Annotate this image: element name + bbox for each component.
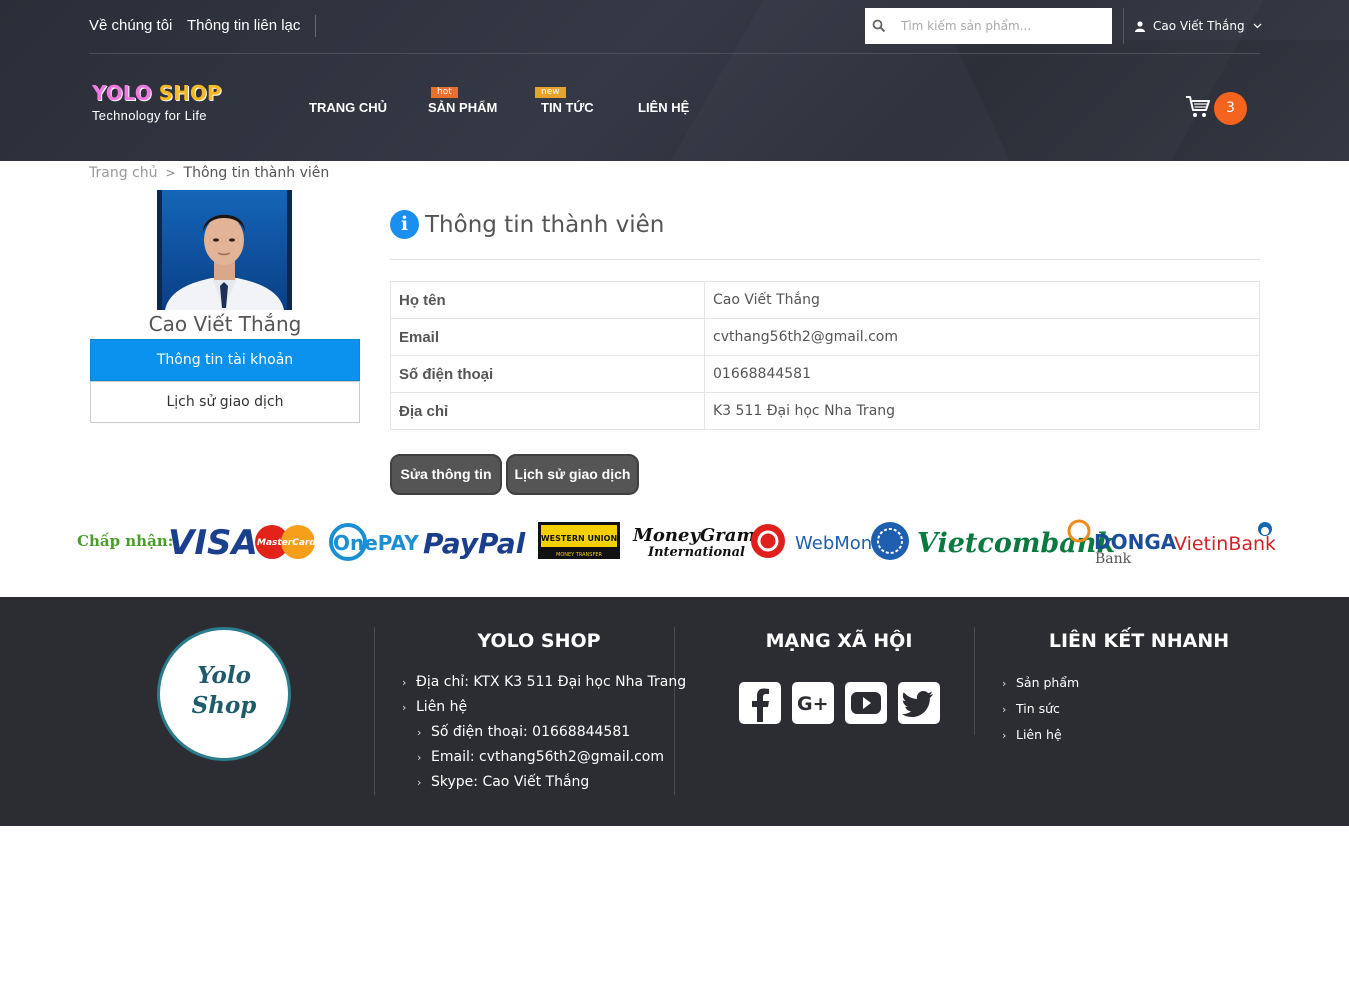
member-info-table: Họ tên Cao Viết Thắng Email cvthang56th2… (390, 281, 1260, 430)
contact-info-link[interactable]: Thông tin liên lạc (187, 17, 300, 34)
user-icon (1135, 20, 1145, 32)
logo-word-yolo: YOLO (92, 81, 152, 105)
footer-link-products[interactable]: › Sản phẩm (1002, 675, 1079, 690)
vietcombank-logo: Vietcombank (917, 528, 1115, 559)
table-row: Số điện thoại 01668844581 (390, 355, 1260, 393)
breadcrumb-home-link[interactable]: Trang chủ (89, 165, 157, 181)
svg-text:WESTERN UNION: WESTERN UNION (541, 534, 617, 543)
chevron-down-icon (1253, 23, 1262, 29)
western-union-logo: WESTERN UNION MONEY TRANSFER (538, 522, 620, 559)
breadcrumb-current: Thông tin thành viên (183, 165, 330, 181)
svg-text:MoneyGram: MoneyGram (632, 525, 756, 546)
table-row: Họ tên Cao Viết Thắng (390, 281, 1260, 319)
header-divider (89, 53, 1260, 54)
table-row: Email cvthang56th2@gmail.com (390, 318, 1260, 356)
svg-text:VietinBank: VietinBank (1174, 533, 1275, 555)
footer-link-news[interactable]: › Tin sức (1002, 701, 1060, 716)
footer-links-title: LIÊN KẾT NHANH (1048, 630, 1230, 652)
footer-contact-link[interactable]: › Liên hệ (402, 699, 467, 715)
logo-tagline: Technology for Life (92, 108, 207, 123)
footer-shop-title: YOLO SHOP (477, 630, 601, 652)
nav-news[interactable]: TIN TỨC (541, 100, 594, 115)
member-name: Cao Viết Thắng (148, 312, 302, 336)
moneygram-logo: MoneyGram International (632, 524, 785, 560)
footer-social-title: MẠNG XÃ HỘI (765, 630, 913, 652)
nav-contact[interactable]: LIÊN HỆ (638, 100, 689, 115)
title-divider (390, 259, 1260, 260)
avatar (157, 190, 292, 310)
youtube-icon[interactable] (845, 682, 887, 724)
cart-count-badge[interactable]: 3 (1214, 92, 1247, 125)
field-label: Số điện thoại (390, 355, 705, 393)
svg-text:OnePAY: OnePAY (333, 531, 419, 555)
user-menu[interactable]: Cao Viết Thắng (1135, 19, 1262, 33)
accept-label: Chấp nhận: (77, 532, 174, 550)
payment-logos: VISA MasterCard OnePAY PayPal WESTERN UN… (168, 519, 1275, 567)
page-title: Thông tin thành viên (425, 212, 665, 238)
field-value: cvthang56th2@gmail.com (704, 318, 1260, 356)
site-logo[interactable]: YOLO SHOP Technology for Life (92, 80, 222, 123)
nav-home[interactable]: TRANG CHỦ (309, 100, 387, 115)
webmoney-logo: WebMoney (795, 522, 909, 560)
google-plus-icon[interactable]: G+ (792, 682, 834, 724)
facebook-icon[interactable] (739, 682, 781, 724)
onepay-logo: OnePAY (329, 523, 419, 561)
paypal-logo: PayPal (423, 527, 526, 560)
cart-icon[interactable] (1185, 95, 1211, 119)
hot-badge: hot (431, 87, 458, 98)
footer-email: › Email: cvthang56th2@gmail.com (417, 749, 665, 765)
breadcrumb: Trang chủ > Thông tin thành viên (89, 165, 329, 181)
info-icon: i (390, 210, 419, 239)
footer-divider (674, 627, 675, 795)
svg-text:MasterCard: MasterCard (257, 538, 316, 548)
search-input[interactable] (893, 8, 1108, 44)
about-us-link[interactable]: Về chúng tôi (89, 17, 172, 34)
visa-logo: VISA (168, 523, 258, 563)
field-value: 01668844581 (704, 355, 1260, 393)
field-value: K3 511 Đại học Nha Trang (704, 392, 1260, 430)
footer-phone: › Số điện thoại: 01668844581 (417, 724, 631, 740)
svg-text:Bank: Bank (1095, 551, 1132, 567)
footer-logo-line2: Shop (191, 692, 257, 719)
footer-skype: › Skype: Cao Viết Thắng (417, 774, 590, 790)
search-box[interactable] (865, 8, 1112, 44)
table-row: Địa chỉ K3 511 Đại học Nha Trang (390, 392, 1260, 430)
logo-word-shop: SHOP (158, 81, 222, 105)
new-badge: new (535, 87, 566, 98)
header-background-facet (953, 40, 1349, 161)
footer-divider (374, 627, 375, 795)
account-info-button[interactable]: Thông tin tài khoản (90, 339, 360, 381)
history-button[interactable]: Lịch sử giao dịch (506, 454, 639, 495)
footer-logo[interactable]: Yolo Shop (157, 627, 291, 761)
svg-text:G+: G+ (797, 693, 829, 715)
transaction-history-button[interactable]: Lịch sử giao dịch (90, 381, 360, 423)
divider (315, 15, 316, 37)
breadcrumb-separator: > (165, 166, 176, 180)
field-label: Địa chỉ (390, 392, 705, 430)
svg-text:MONEY TRANSFER: MONEY TRANSFER (556, 552, 602, 558)
svg-text:International: International (647, 545, 745, 560)
search-icon[interactable] (872, 19, 886, 33)
divider (1123, 8, 1124, 44)
field-label: Email (390, 318, 705, 356)
edit-info-button[interactable]: Sửa thông tin (390, 454, 502, 495)
twitter-icon[interactable] (898, 682, 940, 724)
mastercard-logo: MasterCard (255, 525, 316, 559)
user-name: Cao Viết Thắng (1153, 19, 1245, 33)
footer-link-contact[interactable]: › Liên hệ (1002, 727, 1062, 742)
nav-products[interactable]: SẢN PHẨM (428, 100, 497, 115)
field-value: Cao Viết Thắng (704, 281, 1260, 319)
field-label: Họ tên (390, 281, 705, 319)
footer-address: › Địa chỉ: KTX K3 511 Đại học Nha Trang (402, 674, 687, 690)
footer-logo-line1: Yolo (197, 662, 251, 689)
vietinbank-logo: VietinBank (1174, 522, 1275, 555)
